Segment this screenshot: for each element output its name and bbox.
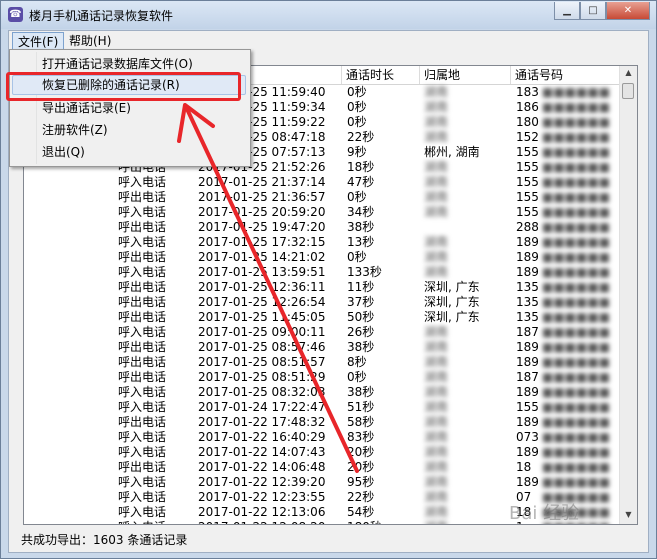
main-window: ☎ 楼月手机通话记录恢复软件 ▁ □ ✕ 文件(F) 帮助(H) 通话时长 归属… [0, 0, 657, 559]
watermark-logo: Bai 经验 [509, 503, 580, 524]
red-arrow-annotation [177, 103, 359, 473]
